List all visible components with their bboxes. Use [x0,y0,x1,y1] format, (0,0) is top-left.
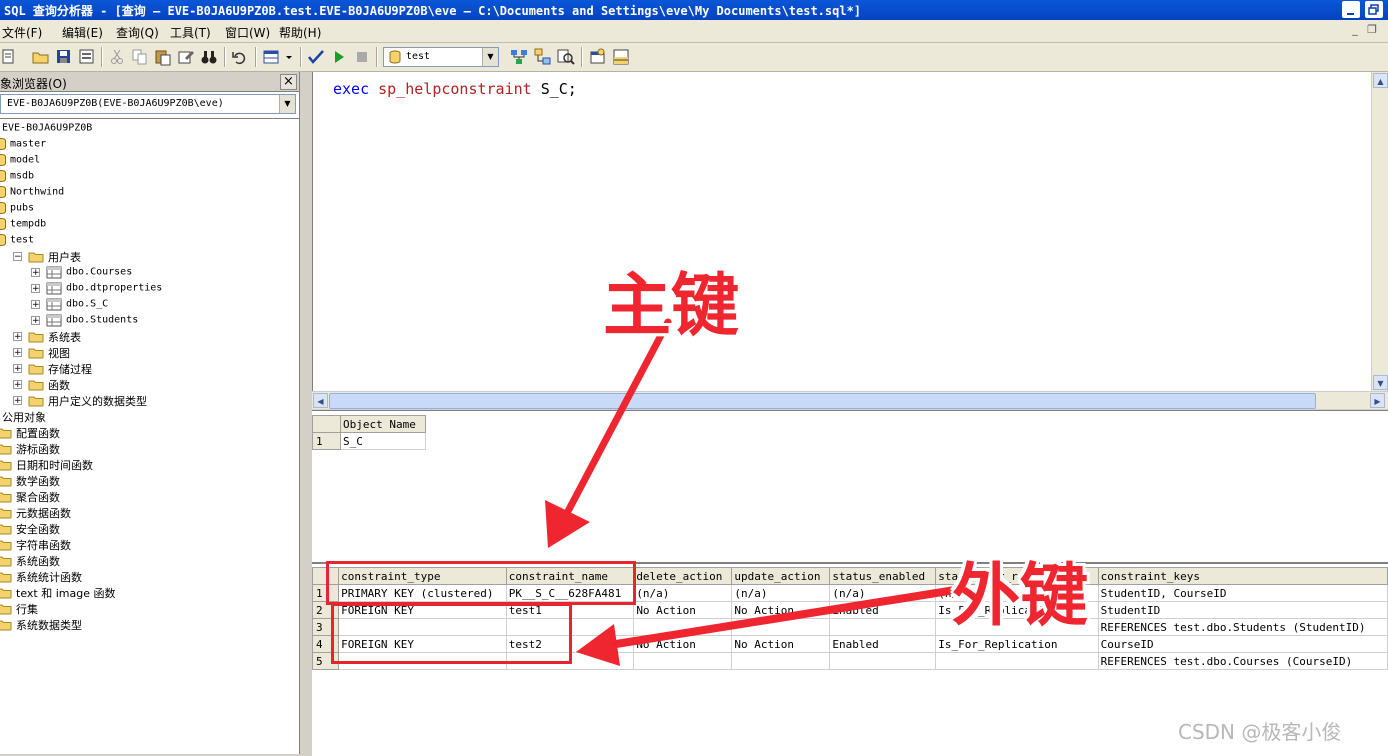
foreign-key-arrow [606,586,959,649]
foreign-key-annotation: 外键 [952,557,1089,636]
annotation-arrows [545,318,959,666]
primary-key-arrow [562,318,672,519]
watermark: CSDN @极客小俊 [1178,720,1342,744]
foreign-key-arrowhead [576,624,620,666]
primary-key-annotation: 主键 [603,267,740,346]
